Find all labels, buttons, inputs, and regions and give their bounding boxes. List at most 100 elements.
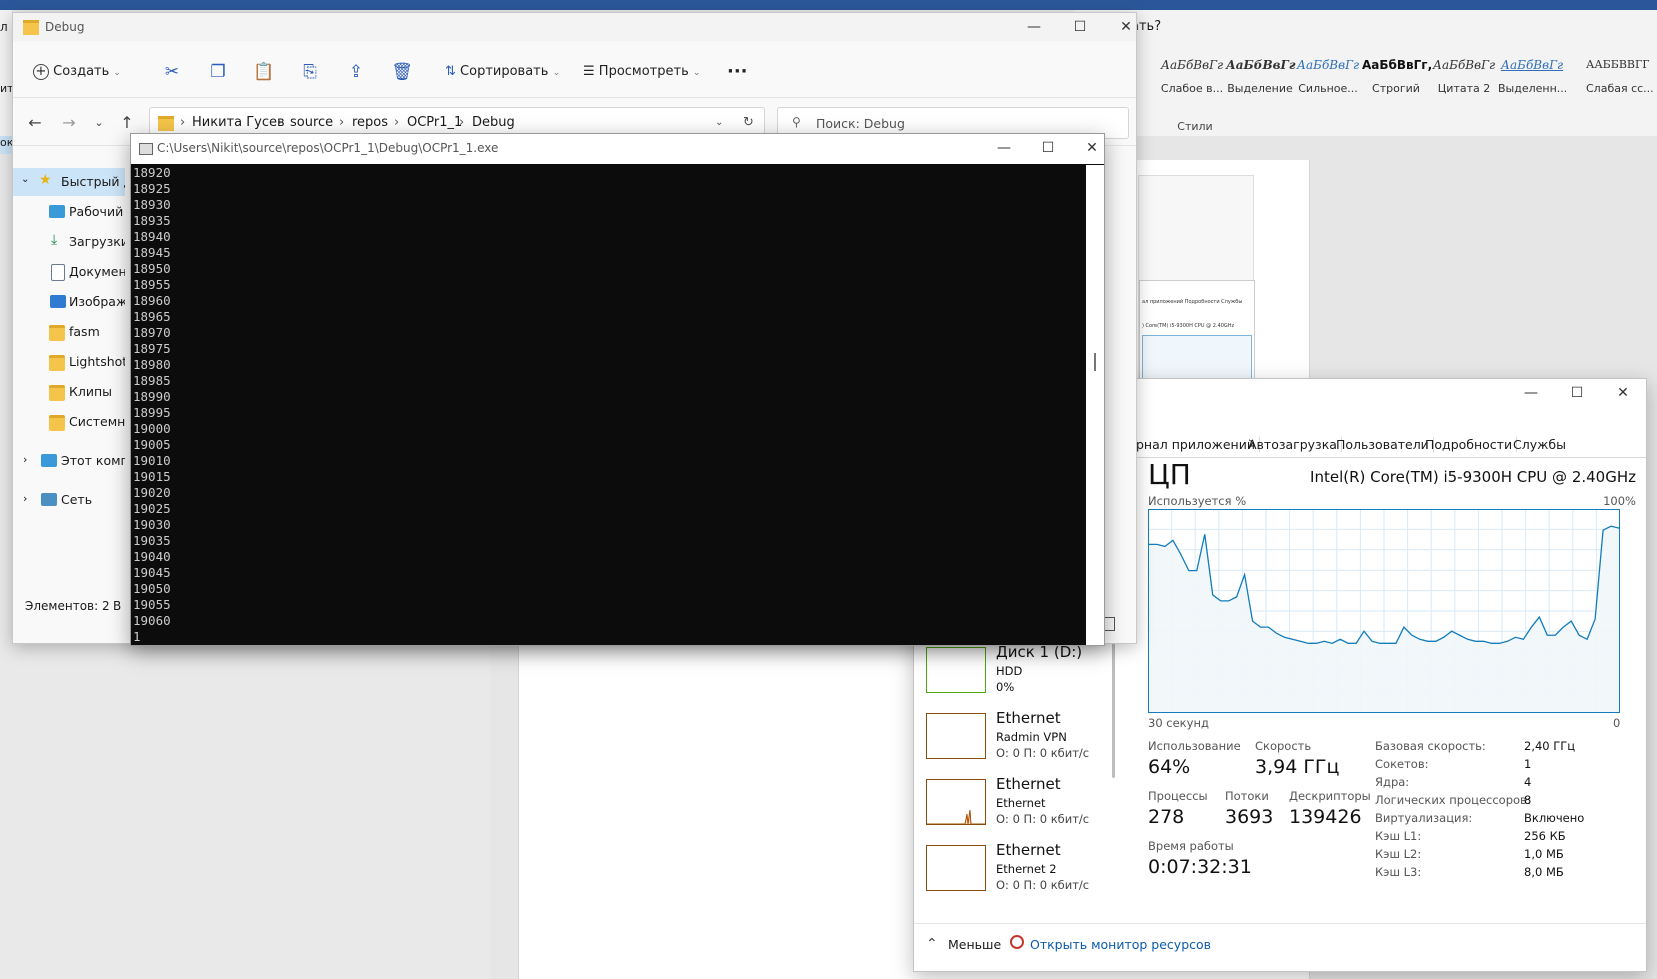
open-resource-monitor-link[interactable]: Открыть монитор ресурсов: [1030, 937, 1211, 952]
ribbon-fragment-1: л: [0, 20, 8, 34]
address-dropdown-chevron-icon[interactable]: ⌄: [715, 117, 723, 128]
nav-label: Быстрый до: [61, 174, 125, 189]
resource-disk[interactable]: Диск 1 (D:) HDD 0%: [914, 639, 1109, 705]
refresh-icon[interactable]: ↻: [743, 115, 754, 130]
breadcrumb-separator: ›: [459, 115, 465, 130]
back-arrow-icon[interactable]: ←: [23, 111, 47, 135]
explorer-titlebar: Debug — ☐ ✕: [13, 13, 1136, 41]
style-emphasis[interactable]: АаБбВвГг Выделение: [1226, 58, 1296, 95]
tab-services[interactable]: Службы: [1509, 437, 1570, 452]
recent-locations-chevron-icon[interactable]: ⌄: [87, 111, 111, 135]
scrollbar-thumb[interactable]: [1094, 353, 1096, 371]
style-preview: АаБбВвГг: [1296, 58, 1360, 72]
console-scrollbar[interactable]: [1086, 165, 1104, 645]
console-line: 19005: [133, 437, 171, 452]
nav-lightshot[interactable]: Lightshot: [13, 348, 125, 376]
item-count: Элементов: 2: [25, 599, 110, 613]
more-options-button[interactable]: ···: [727, 59, 748, 85]
embedded-screenshot-thumbnail: ал приложений Подробности Службы ) Core(…: [1138, 175, 1255, 387]
console-title: C:\Users\Nikit\source\repos\OCPr1_1\Debu…: [157, 141, 499, 155]
sort-button[interactable]: ⇅ Сортировать ⌄: [445, 59, 560, 85]
resource-value: О: 0 П: 0 кбит/с: [996, 878, 1090, 892]
style-subtle-reference[interactable]: ААББВВГГ Слабая сс...: [1586, 58, 1657, 95]
nav-network[interactable]: › Сеть: [13, 486, 125, 514]
minimize-button[interactable]: —: [1011, 13, 1057, 41]
sort-icon: ⇅: [445, 64, 456, 79]
nav-system[interactable]: Системно: [13, 408, 125, 436]
breadcrumb-project[interactable]: OCPr1_1: [407, 115, 462, 130]
close-button[interactable]: ✕: [1600, 379, 1646, 407]
spec-key: Кэш L3:: [1375, 865, 1422, 879]
style-preview: АаБбВвГг: [1226, 58, 1296, 72]
create-button[interactable]: + Создать ⌄: [33, 59, 121, 85]
minimize-button[interactable]: —: [981, 134, 1027, 162]
breadcrumb-debug[interactable]: Debug: [472, 115, 515, 130]
delete-icon[interactable]: 🗑: [389, 59, 415, 85]
up-arrow-icon[interactable]: ↑: [115, 111, 139, 135]
breadcrumb-user[interactable]: Никита Гусев: [192, 115, 285, 130]
resource-ethernet[interactable]: Ethernet Ethernet О: 0 П: 0 кбит/с: [914, 771, 1109, 837]
maximize-button[interactable]: ☐: [1057, 13, 1103, 41]
resource-value: 0%: [996, 680, 1015, 694]
uptime-value: 0:07:32:31: [1148, 856, 1252, 878]
style-intense-emphasis[interactable]: АаБбВвГг Сильное...: [1294, 58, 1362, 95]
cut-icon[interactable]: ✂: [159, 59, 185, 85]
nav-pictures[interactable]: Изображе: [13, 288, 125, 316]
resource-ethernet-2[interactable]: Ethernet Ethernet 2 О: 0 П: 0 кбит/с: [914, 837, 1109, 903]
style-preview: АаБбВвГг: [1500, 58, 1564, 72]
console-line: 1: [133, 629, 141, 644]
close-button[interactable]: ✕: [1103, 13, 1149, 41]
style-preview: АаБбВвГг,: [1362, 58, 1433, 72]
spec-key: Логических процессоров:: [1375, 793, 1531, 807]
spec-key: Виртуализация:: [1375, 811, 1473, 825]
thumb-tabs: ал приложений Подробности Службы: [1142, 299, 1243, 305]
tab-users[interactable]: Пользователи: [1332, 437, 1434, 452]
style-caption: Слабое в...: [1160, 82, 1224, 95]
plus-icon: +: [33, 63, 49, 80]
folder-icon: [23, 20, 39, 35]
nav-downloads[interactable]: ⤓ Загрузки: [13, 228, 125, 256]
resource-ethernet-radmin[interactable]: Ethernet Radmin VPN О: 0 П: 0 кбит/с: [914, 705, 1109, 771]
style-caption: Слабая сс...: [1586, 82, 1654, 95]
nav-label: Загрузки: [69, 234, 125, 249]
nav-documents[interactable]: Документ: [13, 258, 125, 286]
style-preview: ААББВВГГ: [1586, 58, 1650, 71]
paste-icon[interactable]: 📋: [251, 59, 277, 85]
tab-startup[interactable]: Автозагрузка: [1244, 437, 1342, 452]
chevron-up-icon[interactable]: ⌃: [926, 936, 938, 952]
fewer-details-button[interactable]: Меньше: [948, 937, 1001, 952]
style-strong[interactable]: АаБбВвГг, Строгий: [1362, 58, 1433, 95]
graph-label-min: 0: [1613, 716, 1621, 730]
forward-arrow-icon[interactable]: →: [57, 111, 81, 135]
console-output[interactable]: 18920 18925 18930 18935 18940 18945 18950 18955…: [131, 165, 1086, 645]
share-icon[interactable]: ⇪: [343, 59, 369, 85]
disk-mini-graph: [926, 647, 986, 693]
copy-icon[interactable]: ❐: [205, 59, 231, 85]
nav-desktop[interactable]: Рабочий с: [13, 198, 125, 226]
nav-quick-access[interactable]: ⌄ ★ Быстрый до: [13, 168, 125, 196]
breadcrumb-separator: ›: [394, 115, 400, 130]
view-button[interactable]: ☰ Просмотреть ⌄: [583, 59, 700, 85]
spec-value: 8,0 МБ: [1524, 865, 1564, 879]
minimize-button[interactable]: —: [1508, 379, 1554, 407]
close-button[interactable]: ✕: [1069, 134, 1115, 162]
maximize-button[interactable]: ☐: [1554, 379, 1600, 407]
tab-app-history[interactable]: рнал приложений: [1132, 437, 1260, 452]
console-line: 18990: [133, 389, 171, 404]
style-quote-2[interactable]: АаБбВвГг Цитата 2: [1430, 58, 1498, 95]
style-intense-quote[interactable]: АаБбВвГг Выделенн...: [1498, 58, 1566, 95]
rename-icon[interactable]: ⎘: [297, 59, 323, 85]
tab-details[interactable]: Подробности: [1421, 437, 1518, 452]
console-line: 19040: [133, 549, 171, 564]
cpu-usage-graph: [1148, 509, 1620, 713]
spec-key: Базовая скорость:: [1375, 739, 1486, 753]
console-app-icon: [139, 143, 153, 155]
breadcrumb-repos[interactable]: repos: [352, 115, 388, 130]
breadcrumb-source[interactable]: source: [290, 115, 333, 130]
nav-clips[interactable]: Клипы: [13, 378, 125, 406]
computer-icon: [41, 454, 57, 467]
nav-this-pc[interactable]: › Этот компь: [13, 447, 125, 475]
nav-fasm[interactable]: fasm: [13, 318, 125, 346]
maximize-button[interactable]: ☐: [1025, 134, 1071, 162]
style-subtle-emphasis[interactable]: АаБбВвГг Слабое в...: [1158, 58, 1226, 95]
